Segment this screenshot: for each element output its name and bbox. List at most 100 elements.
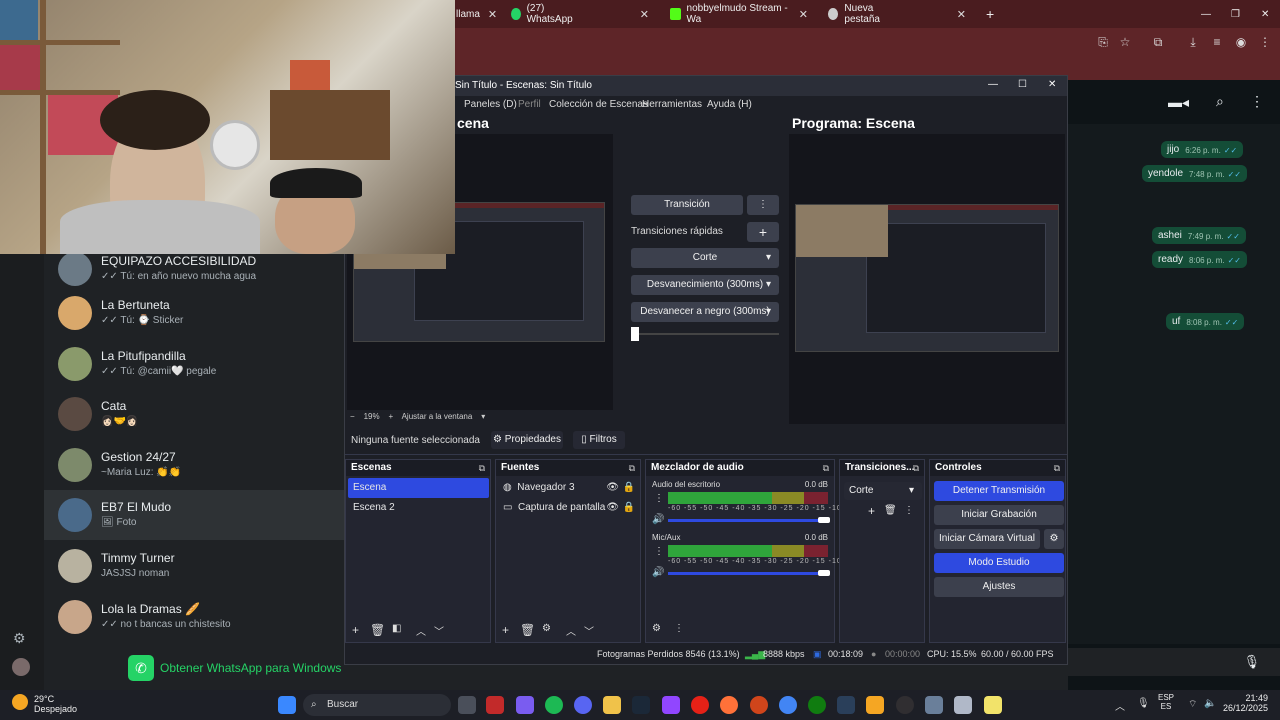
menu-ayuda[interactable]: Ayuda (H) bbox=[707, 99, 752, 110]
menu-paneles[interactable]: Paneles (D) bbox=[464, 99, 517, 110]
microphone-icon[interactable]: 🎙 bbox=[1243, 654, 1260, 670]
trash-icon[interactable]: 🗑 bbox=[520, 623, 535, 637]
download-icon[interactable]: ⤓ bbox=[1186, 35, 1200, 49]
search-icon[interactable]: ⌕ bbox=[1216, 93, 1224, 110]
trash-icon[interactable]: 🗑 bbox=[370, 623, 385, 637]
new-tab-button[interactable]: + bbox=[980, 4, 1000, 24]
menu-herramientas[interactable]: Herramientas bbox=[642, 99, 702, 110]
add-icon[interactable]: + bbox=[502, 623, 509, 637]
copilot-icon[interactable] bbox=[516, 696, 534, 714]
youtube-icon[interactable] bbox=[691, 696, 709, 714]
zoom-in-icon[interactable]: + bbox=[388, 412, 393, 421]
menu-icon[interactable]: ⋮ bbox=[1250, 93, 1264, 110]
quick-transition-fade[interactable]: Desvanecimiento (300ms) bbox=[631, 275, 779, 295]
source-item[interactable]: ▭ Captura de pantalla 👁 🔒 bbox=[498, 498, 639, 518]
filter-icon[interactable]: ◧ bbox=[392, 623, 401, 634]
firefox-icon[interactable] bbox=[720, 696, 738, 714]
visibility-eye-icon[interactable]: 👁 bbox=[606, 498, 619, 518]
weather-widget[interactable]: 29°C Despejado bbox=[12, 694, 77, 714]
reading-list-icon[interactable]: ≡ bbox=[1210, 35, 1224, 49]
tab-kick[interactable]: nobbyelmudo Stream - Wa ✕ bbox=[664, 3, 814, 25]
twitch-icon[interactable] bbox=[662, 696, 680, 714]
channel-menu-icon[interactable]: ⋮ bbox=[654, 546, 664, 557]
maximize-icon[interactable]: ❐ bbox=[1225, 4, 1246, 24]
get-whatsapp-link[interactable]: ✆ Obtener WhatsApp para Windows bbox=[128, 655, 341, 681]
lock-icon[interactable]: 🔒 bbox=[623, 478, 635, 498]
scene-item[interactable]: Escena bbox=[348, 478, 489, 498]
spotify-icon[interactable] bbox=[545, 696, 563, 714]
list-item[interactable]: La Bertuneta ✓✓ Tú: ⌚ Sticker bbox=[44, 288, 344, 338]
tray-chevron-icon[interactable]: ︿ bbox=[1115, 698, 1125, 713]
studio-mode-button[interactable]: Modo Estudio bbox=[934, 553, 1064, 573]
transition-props-icon[interactable]: ⋮ bbox=[904, 505, 914, 516]
gear-icon[interactable]: ⚙ bbox=[1044, 529, 1064, 549]
notepad-icon[interactable] bbox=[984, 696, 1002, 714]
list-item[interactable]: La Pitufipandilla ✓✓ Tú: @camii🤍 pegale bbox=[44, 339, 344, 389]
close-window-icon[interactable]: ✕ bbox=[1255, 4, 1275, 24]
close-icon[interactable]: ✕ bbox=[799, 8, 808, 21]
volume-slider-knob[interactable] bbox=[818, 570, 830, 576]
app-icon[interactable] bbox=[954, 696, 972, 714]
close-icon[interactable]: ✕ bbox=[1048, 79, 1056, 90]
dock-undock-icon[interactable]: ⧉ bbox=[629, 460, 635, 476]
properties-button[interactable]: ⚙ Propiedades bbox=[491, 431, 563, 449]
list-item[interactable]: Gestion 24/27 ~Maria Luz: 👏👏 bbox=[44, 440, 344, 490]
list-item[interactable]: Timmy Turner JASJSJ noman bbox=[44, 541, 344, 591]
quick-transition-fade-black[interactable]: Desvanecer a negro (300ms) bbox=[631, 302, 779, 322]
speaker-icon[interactable]: 🔊 bbox=[652, 567, 664, 578]
advanced-audio-icon[interactable]: ⚙ bbox=[652, 623, 661, 634]
fit-label[interactable]: Ajustar a la ventana bbox=[402, 412, 473, 421]
stop-stream-button[interactable]: Detener Transmisión bbox=[934, 481, 1064, 501]
settings-icon[interactable] bbox=[925, 696, 943, 714]
move-down-icon[interactable]: ﹀ bbox=[434, 623, 444, 638]
windows-start-icon[interactable] bbox=[278, 696, 296, 714]
task-view-icon[interactable] bbox=[458, 696, 476, 714]
volume-slider[interactable] bbox=[668, 519, 818, 522]
list-item[interactable]: Cata 👩🏻‍🤝‍👩🏻 bbox=[44, 389, 344, 439]
wifi-icon[interactable]: ⌔ bbox=[1188, 698, 1197, 711]
discord-icon[interactable] bbox=[574, 696, 592, 714]
settings-button[interactable]: Ajustes bbox=[934, 577, 1064, 597]
add-transition-icon[interactable]: + bbox=[747, 222, 779, 242]
steam-icon[interactable] bbox=[632, 696, 650, 714]
t-bar-track[interactable] bbox=[639, 333, 779, 335]
obs-icon[interactable] bbox=[896, 696, 914, 714]
bookmark-star-icon[interactable]: ☆ bbox=[1118, 35, 1132, 49]
speaker-icon[interactable]: 🔊 bbox=[652, 514, 664, 525]
quick-transition-corte[interactable]: Corte bbox=[631, 248, 779, 268]
close-icon[interactable]: ✕ bbox=[640, 8, 649, 21]
mixer-menu-icon[interactable]: ⋮ bbox=[674, 623, 684, 634]
maximize-icon[interactable]: ☐ bbox=[1018, 79, 1027, 90]
move-down-icon[interactable]: ﹀ bbox=[584, 623, 594, 638]
trash-icon[interactable]: 🗑 bbox=[884, 505, 897, 516]
start-recording-button[interactable]: Iniciar Grabación bbox=[934, 505, 1064, 525]
vpn-icon[interactable] bbox=[750, 696, 768, 714]
video-call-icon[interactable]: ▬◂ bbox=[1168, 94, 1189, 111]
close-icon[interactable]: ✕ bbox=[488, 8, 497, 21]
language-indicator[interactable]: ESP ES bbox=[1158, 693, 1174, 711]
source-item[interactable]: ◍ Navegador 3 👁 🔒 bbox=[498, 478, 639, 498]
transition-select[interactable]: Corte bbox=[844, 482, 922, 500]
scene-item[interactable]: Escena 2 bbox=[348, 498, 489, 518]
minimize-icon[interactable]: — bbox=[1195, 4, 1217, 24]
tab-llama[interactable]: llama ✕ bbox=[450, 4, 502, 24]
profile-icon[interactable]: ◉ bbox=[1234, 35, 1248, 49]
gear-icon[interactable]: ⚙ bbox=[542, 623, 551, 634]
app-icon[interactable] bbox=[866, 696, 884, 714]
t-bar-handle[interactable] bbox=[631, 327, 639, 341]
menu-coleccion[interactable]: Colección de Escenas bbox=[549, 99, 648, 110]
list-item[interactable]: Lola la Dramas 🥖 ✓✓ no t bancas un chist… bbox=[44, 592, 344, 642]
volume-icon[interactable]: 🔈 bbox=[1204, 698, 1216, 709]
avatar[interactable] bbox=[12, 658, 30, 676]
transition-menu-icon[interactable]: ⋮ bbox=[747, 195, 779, 215]
tab-whatsapp[interactable]: (27) WhatsApp ✕ bbox=[505, 3, 655, 25]
visibility-eye-icon[interactable]: 👁 bbox=[606, 478, 619, 498]
steam-icon[interactable] bbox=[837, 696, 855, 714]
add-icon[interactable]: + bbox=[352, 623, 359, 637]
lock-icon[interactable]: 🔒 bbox=[623, 498, 635, 518]
channel-menu-icon[interactable]: ⋮ bbox=[654, 493, 664, 504]
dock-undock-icon[interactable]: ⧉ bbox=[479, 460, 485, 476]
tab-new[interactable]: Nueva pestaña ✕ bbox=[822, 3, 972, 25]
chevron-down-icon[interactable]: ▾ bbox=[481, 412, 485, 421]
start-virtual-cam-button[interactable]: Iniciar Cámara Virtual bbox=[934, 529, 1040, 549]
